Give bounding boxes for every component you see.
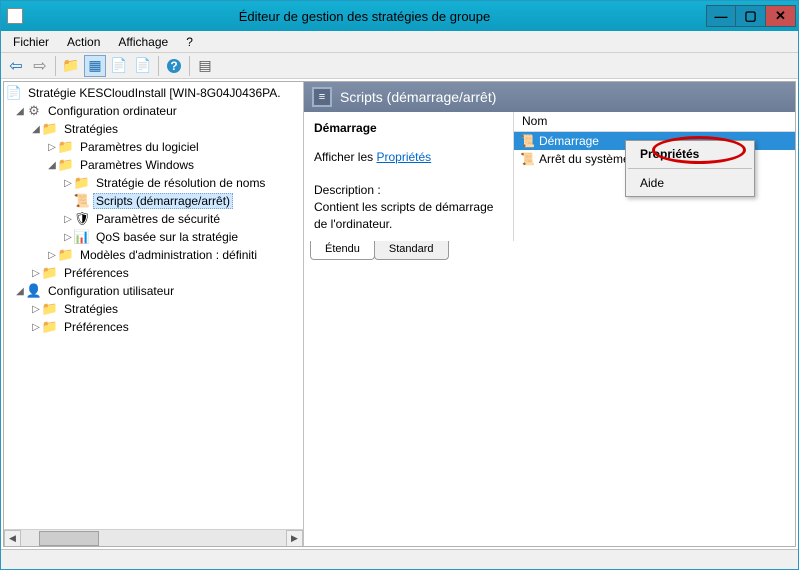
help-button[interactable] [163, 55, 185, 77]
status-bar [1, 549, 798, 569]
gear-icon [26, 103, 42, 119]
tab-strip: Étendu Standard [304, 241, 795, 263]
properties-button[interactable] [194, 55, 216, 77]
close-button[interactable]: ✕ [766, 5, 796, 27]
detail-title: Scripts (démarrage/arrêt) [340, 89, 496, 105]
tab-standard[interactable]: Standard [374, 241, 449, 260]
menu-bar: Fichier Action Affichage ? [1, 31, 798, 53]
menu-action[interactable]: Action [59, 33, 108, 51]
title-bar: Éditeur de gestion des stratégies de gro… [1, 1, 798, 31]
context-menu: Propriétés Aide [625, 140, 755, 197]
tree-root[interactable]: Stratégie KESCloudInstall [WIN-8G04J0436… [4, 84, 303, 102]
ctx-properties[interactable]: Propriétés [626, 141, 754, 167]
folder-icon [74, 175, 90, 191]
script-icon [520, 152, 535, 166]
script-icon [520, 134, 535, 148]
description-label: Description : [314, 182, 503, 199]
folder-icon [42, 319, 58, 335]
tree-pane: Stratégie KESCloudInstall [WIN-8G04J0436… [4, 82, 304, 546]
tree-windows-params[interactable]: ◢Paramètres Windows [4, 156, 303, 174]
chart-icon [74, 229, 90, 245]
tree-preferences[interactable]: ▷Préférences [4, 264, 303, 282]
ctx-separator [628, 168, 752, 169]
tree-security-params[interactable]: ▷Paramètres de sécurité [4, 210, 303, 228]
folder-icon [58, 157, 74, 173]
info-column: Démarrage Afficher les Propriétés Descri… [304, 112, 514, 241]
tree-software-params[interactable]: ▷Paramètres du logiciel [4, 138, 303, 156]
shield-icon [74, 211, 90, 227]
refresh-button[interactable] [108, 55, 130, 77]
up-folder-button[interactable] [60, 55, 82, 77]
minimize-button[interactable]: — [706, 5, 736, 27]
menu-help[interactable]: ? [178, 33, 201, 51]
list-header-name[interactable]: Nom [514, 112, 795, 132]
description-text: Contient les scripts de démarrage de l'o… [314, 199, 503, 233]
menu-file[interactable]: Fichier [5, 33, 57, 51]
back-button[interactable] [5, 55, 27, 77]
show-props-line: Afficher les Propriétés [314, 149, 503, 166]
tree-user-strategies[interactable]: ▷Stratégies [4, 300, 303, 318]
properties-link[interactable]: Propriétés [376, 150, 431, 164]
folder-icon [58, 139, 74, 155]
tree-computer-config[interactable]: ◢Configuration ordinateur [4, 102, 303, 120]
detail-header: ≡ Scripts (démarrage/arrêt) [304, 82, 795, 112]
show-tree-button[interactable] [84, 55, 106, 77]
scroll-thumb[interactable] [39, 531, 99, 546]
app-icon [7, 8, 23, 24]
tree-scripts[interactable]: Scripts (démarrage/arrêt) [4, 192, 303, 210]
policy-tree: Stratégie KESCloudInstall [WIN-8G04J0436… [4, 82, 303, 529]
tree-qos[interactable]: ▷QoS basée sur la stratégie [4, 228, 303, 246]
tab-extended[interactable]: Étendu [310, 241, 375, 260]
app-window: Éditeur de gestion des stratégies de gro… [0, 0, 799, 570]
scroll-right-button[interactable]: ▶ [286, 530, 303, 547]
tree-admin-models[interactable]: ▷Modèles d'administration : définiti [4, 246, 303, 264]
tree-user-config[interactable]: ◢Configuration utilisateur [4, 282, 303, 300]
folder-icon [42, 121, 58, 137]
content-area: Stratégie KESCloudInstall [WIN-8G04J0436… [3, 81, 796, 547]
policy-icon [6, 85, 22, 101]
tree-user-prefs[interactable]: ▷Préférences [4, 318, 303, 336]
tree-name-resolution[interactable]: ▷Stratégie de résolution de noms [4, 174, 303, 192]
export-button[interactable] [132, 55, 154, 77]
folder-icon [58, 247, 74, 263]
window-title: Éditeur de gestion des stratégies de gro… [23, 9, 706, 24]
folder-icon [42, 301, 58, 317]
maximize-button[interactable]: ▢ [736, 5, 766, 27]
script-icon [74, 193, 90, 209]
menu-view[interactable]: Affichage [110, 33, 176, 51]
toolbar [1, 53, 798, 79]
scroll-left-button[interactable]: ◀ [4, 530, 21, 547]
ctx-help[interactable]: Aide [626, 170, 754, 196]
user-icon [26, 283, 42, 299]
tree-hscroll[interactable]: ◀ ▶ [4, 529, 303, 546]
scroll-track[interactable] [21, 530, 286, 547]
folder-icon [42, 265, 58, 281]
tree-strategies[interactable]: ◢Stratégies [4, 120, 303, 138]
scripts-header-icon: ≡ [312, 87, 332, 107]
info-heading: Démarrage [314, 120, 503, 137]
forward-button[interactable] [29, 55, 51, 77]
